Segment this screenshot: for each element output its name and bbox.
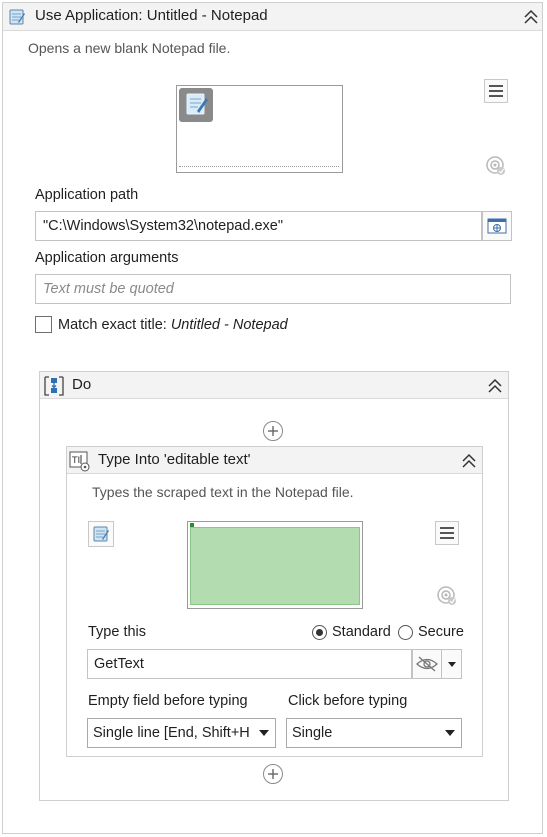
eye-slash-icon	[416, 656, 438, 672]
type-into-header[interactable]: TI Type Into 'editable text'	[67, 447, 482, 474]
caret-down-icon	[445, 730, 455, 736]
chevron-double-up-icon[interactable]	[461, 453, 477, 469]
radio-secure[interactable]	[398, 625, 413, 640]
do-title: Do	[72, 376, 92, 393]
match-title-value: Untitled - Notepad	[170, 317, 288, 333]
notepad-icon[interactable]	[88, 521, 114, 547]
match-title-label: Match exact title: Untitled - Notepad	[58, 317, 288, 333]
app-path-label: Application path	[35, 187, 139, 203]
empty-field-value: Single line [End, Shift+H	[93, 725, 250, 741]
chevron-double-up-icon[interactable]	[487, 378, 503, 394]
type-this-dropdown[interactable]	[442, 649, 462, 679]
empty-field-select[interactable]: Single line [End, Shift+H	[87, 718, 276, 748]
target-icon[interactable]	[436, 585, 458, 612]
type-into-icon: TI	[69, 450, 91, 477]
target-element-screenshot[interactable]	[187, 521, 363, 609]
caret-down-icon	[447, 661, 456, 667]
hamburger-menu-icon[interactable]	[484, 79, 508, 103]
sequence-icon	[43, 375, 65, 402]
caret-down-icon	[259, 730, 269, 736]
radio-standard[interactable]	[312, 625, 327, 640]
activity-title: Use Application: Untitled - Notepad	[35, 7, 268, 24]
click-before-label: Click before typing	[288, 693, 408, 709]
app-args-input[interactable]: Text must be quoted	[35, 274, 511, 304]
radio-secure-label[interactable]: Secure	[418, 624, 464, 640]
add-activity-button-top[interactable]	[263, 421, 283, 441]
notepad-icon	[8, 8, 26, 31]
target-screenshot[interactable]	[176, 85, 343, 173]
target-icon[interactable]	[485, 155, 507, 182]
cursor-marker	[190, 523, 194, 527]
type-into-description: Types the scraped text in the Notepad fi…	[92, 484, 354, 500]
chevron-double-up-icon[interactable]	[523, 9, 539, 25]
app-args-label: Application arguments	[35, 250, 179, 266]
type-into-activity[interactable]: TI Type Into 'editable text' Types the s…	[66, 446, 483, 757]
click-before-value: Single	[292, 725, 333, 741]
browse-button[interactable]	[482, 211, 512, 241]
match-title-checkbox[interactable]	[35, 316, 52, 333]
add-activity-button-bottom[interactable]	[263, 764, 283, 784]
do-sequence[interactable]: Do TI Type Into 'editable text' Types th…	[39, 371, 509, 801]
type-this-label: Type this	[88, 624, 147, 640]
activity-description: Opens a new blank Notepad file.	[28, 40, 231, 56]
do-header[interactable]: Do	[40, 372, 508, 399]
type-this-input[interactable]: GetText	[87, 649, 412, 679]
activity-header[interactable]: Use Application: Untitled - Notepad	[3, 3, 542, 31]
notepad-icon	[179, 88, 213, 122]
target-highlight	[190, 527, 360, 605]
type-into-title: Type Into 'editable text'	[98, 451, 251, 468]
browse-window-icon	[487, 218, 507, 234]
empty-field-label: Empty field before typing	[88, 693, 248, 709]
svg-text:TI: TI	[71, 456, 80, 466]
toggle-visibility-button[interactable]	[412, 649, 442, 679]
app-args-placeholder: Text must be quoted	[43, 281, 174, 297]
match-title-prefix: Match exact title:	[58, 317, 171, 333]
click-before-select[interactable]: Single	[286, 718, 462, 748]
screenshot-statusbar	[179, 166, 339, 168]
plus-circle-icon	[268, 426, 278, 436]
plus-circle-icon	[268, 769, 278, 779]
hamburger-menu-icon[interactable]	[435, 521, 459, 545]
use-application-activity[interactable]: Use Application: Untitled - Notepad Open…	[2, 2, 543, 834]
radio-standard-label[interactable]: Standard	[332, 624, 391, 640]
app-path-input[interactable]: "C:\Windows\System32\notepad.exe"	[35, 211, 482, 241]
